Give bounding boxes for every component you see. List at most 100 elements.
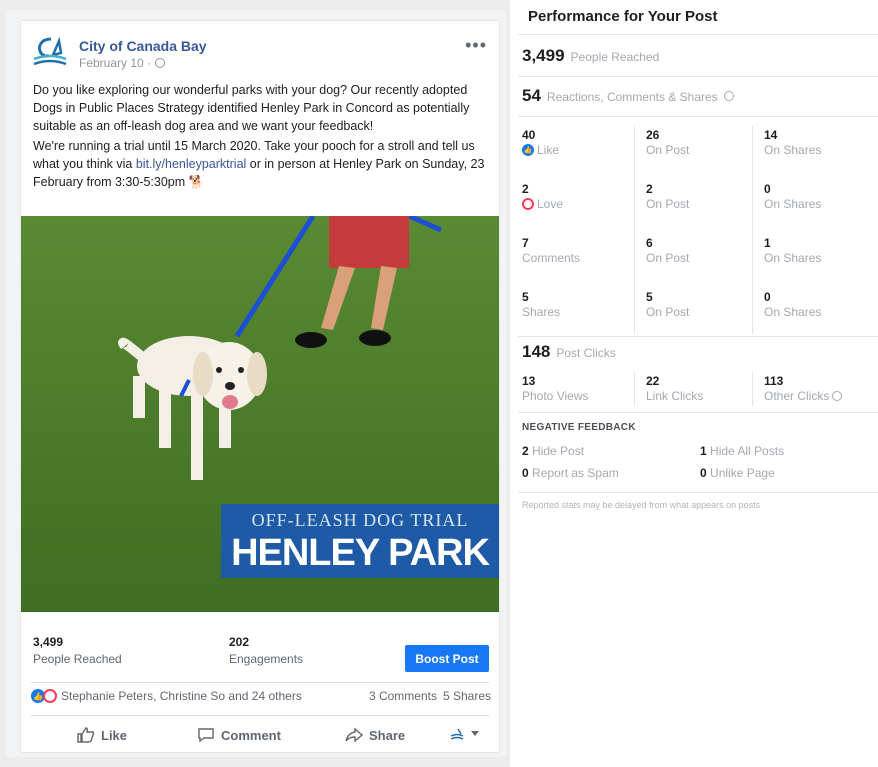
engagements-stat[interactable]: 202 Engagements <box>229 635 303 666</box>
more-options-button[interactable]: ••• <box>465 35 487 56</box>
hide-all-posts-count: 1 <box>700 444 707 458</box>
shares-count[interactable]: 5 Shares <box>443 689 491 703</box>
shares-on-post-count: 5 <box>646 290 653 304</box>
post-paragraph-1: Do you like exploring our wonderful park… <box>33 83 470 133</box>
shares-on-shares-label: On Shares <box>764 305 822 319</box>
love-metric: 2 Love <box>522 182 632 211</box>
people-reached-total: 3,499 <box>522 46 565 65</box>
hide-post-label: Hide Post <box>532 444 585 458</box>
post-container: City of Canada Bay February 10 · ••• Do … <box>6 10 506 757</box>
love-on-shares-metric: 0 On Shares <box>764 182 874 211</box>
comment-button[interactable]: Comment <box>197 727 281 743</box>
info-icon[interactable] <box>832 391 843 401</box>
comments-on-post-label: On Post <box>646 251 690 265</box>
comments-on-post-count: 6 <box>646 236 653 250</box>
shares-on-shares-count: 0 <box>764 290 771 304</box>
post-photo[interactable]: OFF-LEASH DOG TRIAL HENLEY PARK <box>21 216 499 612</box>
divider <box>31 715 489 716</box>
banner-title: HENLEY PARK <box>231 532 490 574</box>
post-date-text: February 10 · <box>79 56 152 70</box>
photo-views-metric: 13 Photo Views <box>522 374 632 403</box>
dog-emoji: 🐕 <box>188 175 205 189</box>
post-text: Do you like exploring our wonderful park… <box>33 81 493 193</box>
post-stats: 3,499 People Reached 202 Engagements Boo… <box>21 625 499 675</box>
post-clicks-summary: 148 Post Clicks <box>522 342 616 362</box>
comments-metric-label: Comments <box>522 251 581 265</box>
like-metric: 40 👍 Like <box>522 128 632 157</box>
page-name[interactable]: City of Canada Bay <box>79 38 207 54</box>
panel-title: Performance for Your Post <box>528 8 718 25</box>
reactions-summary: 👍 Stephanie Peters, Christine So and 24 … <box>31 689 491 703</box>
reactions-total: 54 <box>522 86 541 105</box>
hide-all-posts-metric: 1 Hide All Posts <box>700 444 784 458</box>
shares-metric-label: Shares <box>522 305 561 319</box>
post-card: City of Canada Bay February 10 · ••• Do … <box>20 20 500 753</box>
people-reached-text: People Reached <box>570 50 660 64</box>
divider <box>518 492 878 493</box>
shares-on-shares-metric: 0 On Shares <box>764 290 874 319</box>
like-button[interactable]: Like <box>77 727 127 743</box>
people-reached-summary: 3,499 People Reached <box>522 46 659 66</box>
shares-on-post-metric: 5 On Post <box>646 290 756 319</box>
share-button[interactable]: Share <box>345 727 405 743</box>
stats-footnote: Reported stats may be delayed from what … <box>522 500 761 510</box>
report-spam-label: Report as Spam <box>532 466 619 480</box>
comments-metric: 7 Comments <box>522 236 632 265</box>
reactions-text: Reactions, Comments & Shares <box>546 90 718 104</box>
love-label-row: Love <box>522 197 632 211</box>
reaction-names[interactable]: Stephanie Peters, Christine So and 24 ot… <box>61 689 302 703</box>
love-on-post-metric: 2 On Post <box>646 182 756 211</box>
page-logo[interactable] <box>31 35 69 69</box>
column-divider <box>634 372 635 406</box>
globe-icon <box>155 58 166 68</box>
link-clicks-count: 22 <box>646 374 660 388</box>
link-clicks-label: Link Clicks <box>646 389 704 403</box>
divider <box>31 682 489 683</box>
photo-banner: OFF-LEASH DOG TRIAL HENLEY PARK <box>221 504 499 578</box>
like-on-post-label: On Post <box>646 143 690 157</box>
comments-on-post-metric: 6 On Post <box>646 236 756 265</box>
post-clicks-text: Post Clicks <box>556 346 616 360</box>
love-on-shares-count: 0 <box>764 182 771 196</box>
like-on-shares-count: 14 <box>764 128 778 142</box>
negative-feedback-title: NEGATIVE FEEDBACK <box>522 422 636 433</box>
other-clicks-label-row: Other Clicks <box>764 389 874 403</box>
report-spam-count: 0 <box>522 466 529 480</box>
post-date[interactable]: February 10 · <box>79 56 166 70</box>
like-on-shares-label: On Shares <box>764 143 822 157</box>
chevron-down-icon <box>471 731 479 736</box>
performance-panel: Performance for Your Post 3,499 People R… <box>510 0 878 767</box>
like-button-label: Like <box>101 727 128 743</box>
love-on-post-label: On Post <box>646 197 690 211</box>
unlike-page-metric: 0 Unlike Page <box>700 466 775 480</box>
engagements-label: Engagements <box>229 652 304 666</box>
hide-post-metric: 2 Hide Post <box>522 444 584 458</box>
love-on-shares-label: On Shares <box>764 197 822 211</box>
hide-post-count: 2 <box>522 444 529 458</box>
like-icon: 👍 <box>522 144 534 156</box>
trial-link[interactable]: bit.ly/henleyparktrial <box>136 157 246 171</box>
shares-metric: 5 Shares <box>522 290 632 319</box>
divider <box>518 34 878 35</box>
boost-post-button[interactable]: Boost Post <box>405 645 489 672</box>
other-clicks-label: Other Clicks <box>764 389 830 403</box>
page-logo-small-icon <box>450 728 464 740</box>
comments-on-shares-count: 1 <box>764 236 771 250</box>
like-label: Like <box>537 143 560 157</box>
page-voice-selector[interactable] <box>449 727 479 741</box>
love-reaction-icon[interactable] <box>43 689 57 703</box>
like-on-post-metric: 26 On Post <box>646 128 756 157</box>
report-spam-metric: 0 Report as Spam <box>522 466 619 480</box>
like-count: 40 <box>522 128 536 142</box>
post-paragraph-2: We're running a trial until 15 March 202… <box>33 137 493 191</box>
info-icon[interactable] <box>723 91 734 101</box>
divider <box>518 76 878 77</box>
comments-count[interactable]: 3 Comments <box>369 689 437 703</box>
other-clicks-count: 113 <box>764 374 784 388</box>
photo-views-label: Photo Views <box>522 389 589 403</box>
like-on-post-count: 26 <box>646 128 660 142</box>
people-reached-stat[interactable]: 3,499 People Reached <box>33 635 122 666</box>
engagements-number: 202 <box>229 635 250 649</box>
people-reached-number: 3,499 <box>33 635 64 649</box>
like-on-shares-metric: 14 On Shares <box>764 128 874 157</box>
